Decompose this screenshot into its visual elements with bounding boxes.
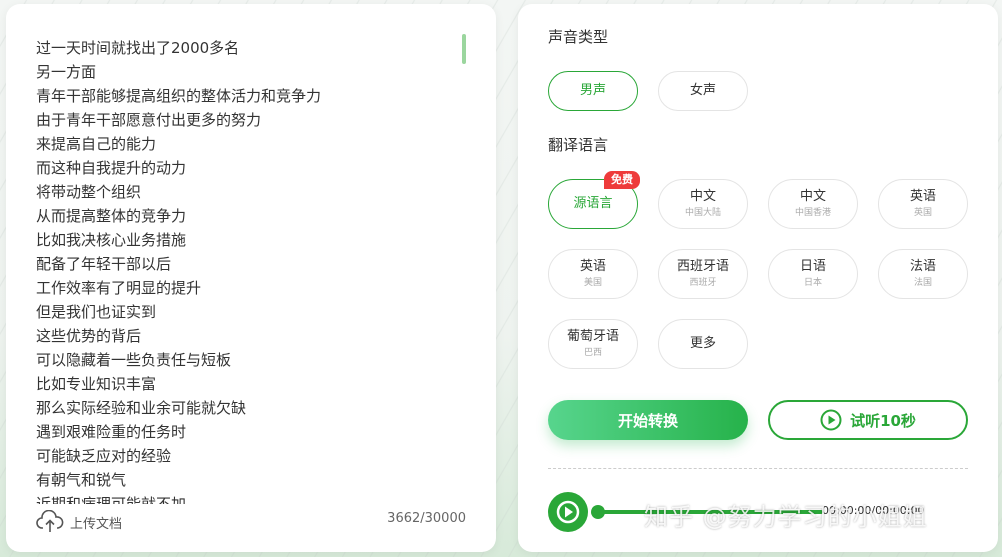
language-option-label: 法语 [909,259,936,274]
text-editor-panel: 过一天时间就找出了2000多名 另一方面 青年干部能够提高组织的整体活力和竞争力… [6,4,496,552]
play-icon[interactable] [548,492,588,532]
text-line: 有朝气和锐气 [36,471,127,489]
text-line: 配备了年轻干部以后 [36,255,172,273]
language-option-label: 西班牙语 [676,259,729,274]
text-line: 可以隐藏着一些负责任与短板 [36,351,232,369]
language-option-region: 巴西 [583,348,602,358]
start-conversion-button[interactable]: 开始转换 [548,400,748,440]
language-option-region: 英国 [913,208,932,218]
preview-listen-label: 试听10秒 [850,411,916,430]
free-badge: 免费 [604,171,640,189]
text-editor[interactable]: 过一天时间就找出了2000多名 另一方面 青年干部能够提高组织的整体活力和竞争力… [36,36,456,504]
text-line: 来提高自己的能力 [36,135,157,153]
language-option-pt-br[interactable]: 葡萄牙语 巴西 [548,319,638,369]
progress-knob[interactable] [591,505,605,519]
language-option-fr[interactable]: 法语 法国 [878,249,968,299]
language-option-label: 日语 [799,259,826,274]
language-option-region: 中国大陆 [684,208,721,218]
text-line: 这些优势的背后 [36,327,142,345]
language-option-label: 英语 [579,259,606,274]
text-line: 近期和病理可能就不加 [36,495,187,504]
language-option-label: 中文 [799,189,826,204]
play-circle-icon [820,409,842,431]
language-option-zh-cn[interactable]: 中文 中国大陆 [658,179,748,229]
voice-type-title: 声音类型 [548,28,609,46]
text-line: 但是我们也证实到 [36,303,157,321]
settings-panel: 声音类型 男声 女声 翻译语言 源语言 免费 中文 中国大陆 中文 中国香港 英… [518,4,998,552]
language-option-label: 英语 [909,189,936,204]
voice-option-male[interactable]: 男声 [548,71,638,111]
cloud-upload-icon [36,510,64,532]
text-line: 可能缺乏应对的经验 [36,447,172,465]
language-option-label: 中文 [689,189,716,204]
text-line: 过一天时间就找出了2000多名 [36,39,240,57]
language-option-label: 更多 [689,336,716,351]
preview-listen-button[interactable]: 试听10秒 [768,400,968,440]
char-counter: 3662/30000 [387,511,466,526]
scrollbar-thumb[interactable] [462,34,466,64]
language-option-label: 葡萄牙语 [566,329,619,344]
text-line: 从而提高整体的竞争力 [36,207,187,225]
text-line: 青年干部能够提高组织的整体活力和竞争力 [36,87,322,105]
text-line: 那么实际经验和业余可能就欠缺 [36,399,247,417]
text-line: 由于青年干部愿意付出更多的努力 [36,111,262,129]
language-option-region: 西班牙 [689,278,717,288]
text-line: 而这种自我提升的动力 [36,159,187,177]
upload-label: 上传文档 [70,516,123,532]
text-line: 比如专业知识丰富 [36,375,157,393]
language-option-region: 法国 [913,278,932,288]
voice-option-female[interactable]: 女声 [658,71,748,111]
language-title: 翻译语言 [548,136,609,154]
voice-option-label: 男声 [579,83,606,98]
voice-option-label: 女声 [689,83,716,98]
text-line: 将带动整个组织 [36,183,142,201]
divider [548,468,968,469]
language-option-region: 中国香港 [794,208,831,218]
upload-document-button[interactable]: 上传文档 [36,510,122,534]
language-option-zh-hk[interactable]: 中文 中国香港 [768,179,858,229]
language-option-en-gb[interactable]: 英语 英国 [878,179,968,229]
text-line: 遇到艰难险重的任务时 [36,423,187,441]
language-option-ja[interactable]: 日语 日本 [768,249,858,299]
watermark: 知乎 @努力学习的小姐姐 [644,503,928,531]
text-line: 另一方面 [36,63,97,81]
language-option-region: 日本 [803,278,822,288]
text-line: 比如我决核心业务措施 [36,231,187,249]
language-option-region: 美国 [583,278,602,288]
language-option-en-us[interactable]: 英语 美国 [548,249,638,299]
text-line: 工作效率有了明显的提升 [36,279,202,297]
language-option-es[interactable]: 西班牙语 西班牙 [658,249,748,299]
language-option-more[interactable]: 更多 [658,319,748,369]
language-option-label: 源语言 [573,196,613,211]
